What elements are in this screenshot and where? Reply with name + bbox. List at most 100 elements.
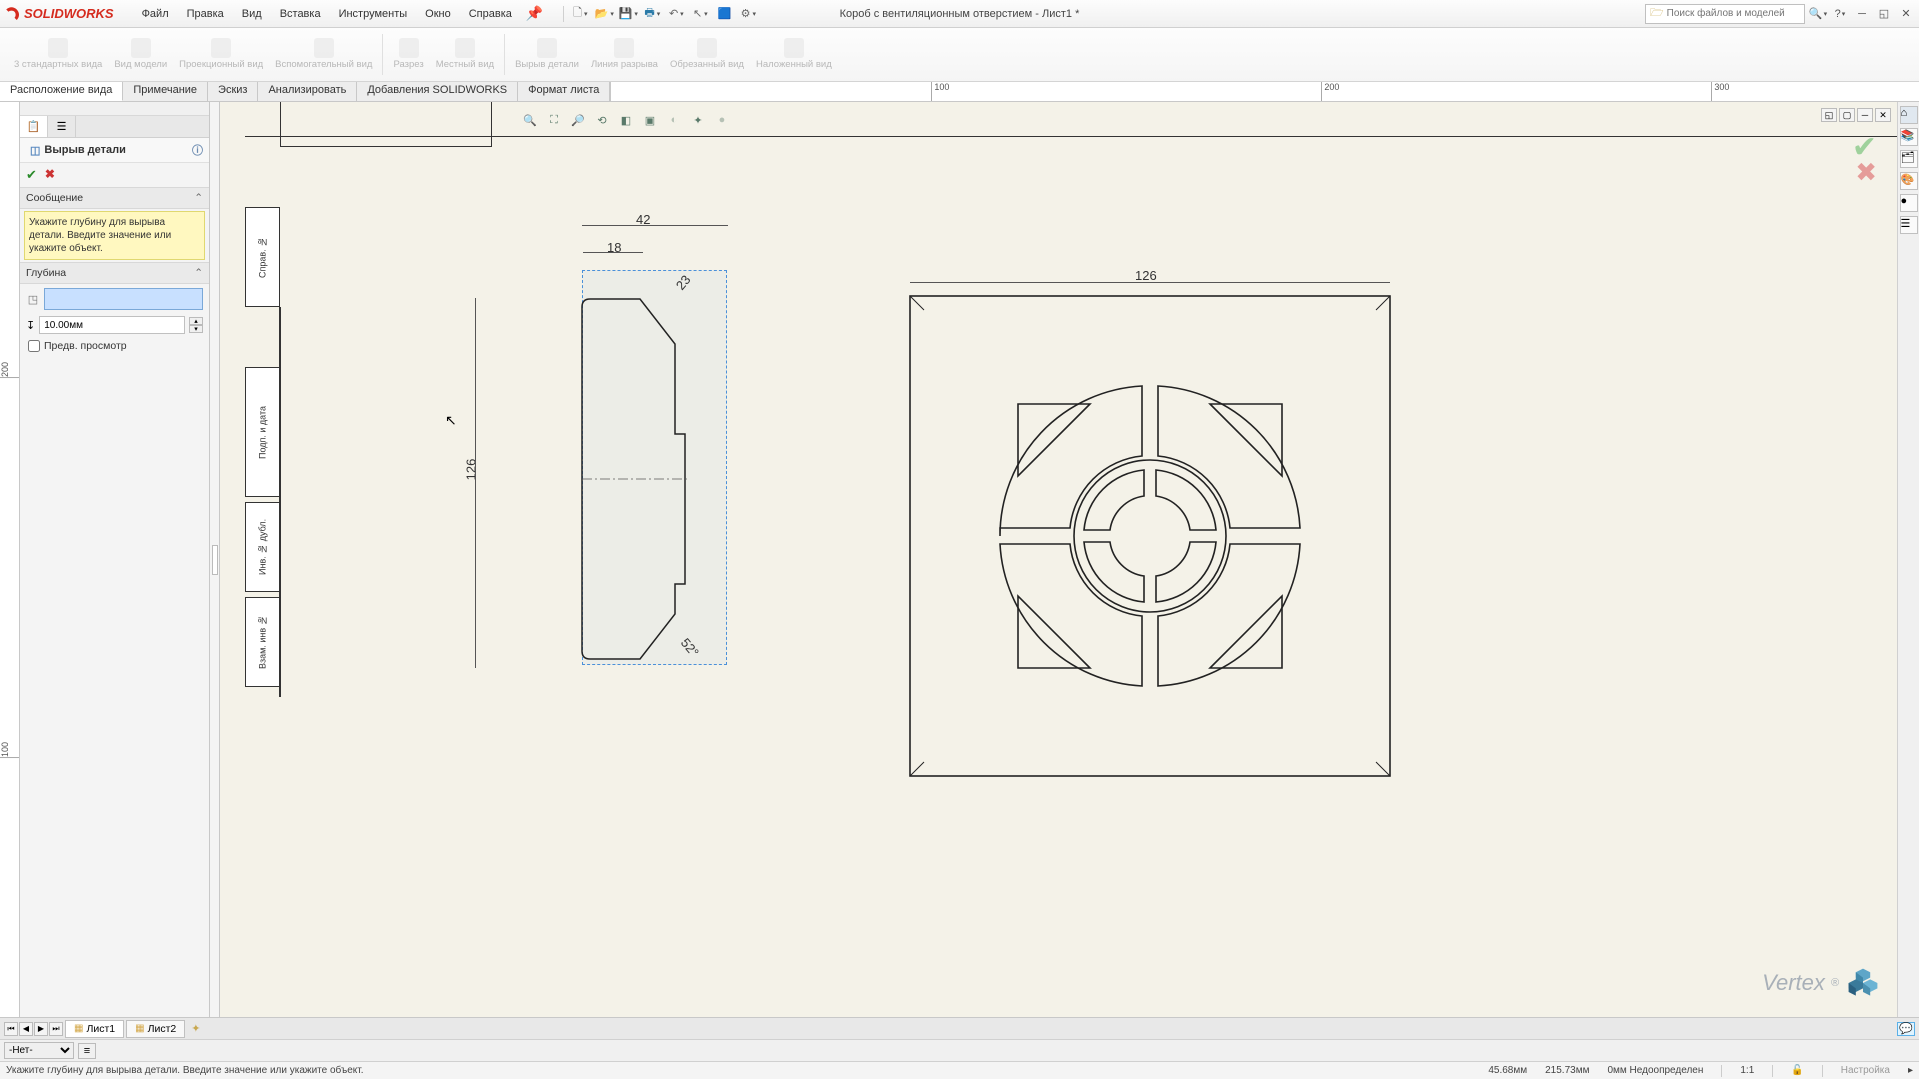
pm-preview-label: Предв. просмотр (44, 340, 127, 352)
tab-layout[interactable]: Расположение вида (0, 82, 123, 101)
pm-preview-checkbox[interactable] (28, 340, 40, 352)
pm-preview-row: Предв. просмотр (20, 336, 209, 356)
confirm-corner-cancel[interactable]: ✖ (1855, 157, 1877, 188)
layer-bar: -Нет- ≡ (0, 1039, 1919, 1061)
layer-select[interactable]: -Нет- (4, 1042, 74, 1059)
save-button[interactable]: 💾 (618, 4, 638, 24)
pm-tab-feature[interactable]: 📋 (20, 116, 48, 137)
search-submit-button[interactable]: 🔍 (1809, 5, 1827, 23)
sheet-next-button[interactable]: ▶ (34, 1022, 48, 1036)
task-pane: ⌂ 📚 🗂 🎨 ● ☰ (1897, 102, 1919, 1017)
add-sheet-button[interactable]: ✦ (191, 1022, 200, 1035)
tab-addins[interactable]: Добавления SOLIDWORKS (357, 82, 518, 101)
help-button[interactable]: ? (1831, 5, 1849, 23)
taskpane-appearance-icon[interactable]: ● (1900, 194, 1918, 212)
pm-title: Вырыв детали (44, 144, 125, 156)
print-button[interactable]: 🖶 (642, 4, 662, 24)
tab-annotate[interactable]: Примечание (123, 82, 208, 101)
taskpane-resources-icon[interactable]: ⌂ (1900, 106, 1918, 124)
rebuild-button[interactable]: 🟦 (714, 4, 734, 24)
pm-depth-value-row: ↧ ▴▾ (20, 314, 209, 336)
menu-view[interactable]: Вид (234, 4, 270, 24)
restore-button[interactable]: ◱ (1875, 5, 1893, 23)
status-x: 45.68мм (1488, 1065, 1527, 1076)
pm-tabs: 📋 ☰ (20, 116, 209, 138)
menu-help[interactable]: Справка (461, 4, 520, 24)
menu-window[interactable]: Окно (417, 4, 459, 24)
ribbon-break-line: Линия разрыва (585, 30, 664, 79)
pm-message-header[interactable]: Сообщение⌃ (20, 187, 209, 209)
app-logo: SOLIDWORKS (4, 5, 114, 23)
sheet-tab-2[interactable]: ▦Лист2 (126, 1020, 185, 1038)
status-lock-icon[interactable]: 🔓 (1791, 1065, 1803, 1076)
taskpane-palette-icon[interactable]: 🎨 (1900, 172, 1918, 190)
pm-depth-spinner[interactable]: ▴▾ (189, 317, 203, 333)
sheet-border-top (245, 102, 1897, 137)
taskpane-explorer-icon[interactable]: 🗂 (1900, 150, 1918, 168)
pm-drag-bar[interactable] (20, 102, 209, 116)
menu-insert[interactable]: Вставка (272, 4, 329, 24)
status-chevron-icon[interactable]: ▸ (1908, 1065, 1913, 1076)
ruler-horizontal: 100 200 300 (610, 82, 1919, 101)
cube-icon: ◳ (26, 292, 40, 306)
drawing-canvas[interactable]: 🔍 ⛶ 🔎 ⟲ ◧ ▣ ◐ ✦ ● ◱ ▢ ─ ✕ ✔ ✖ Сп (220, 102, 1897, 1017)
ribbon-section-view: Разрез (387, 30, 429, 79)
pm-depth-header[interactable]: Глубина⌃ (20, 262, 209, 284)
document-title: Короб с вентиляционным отверстием - Лист… (840, 8, 1080, 20)
menu-file[interactable]: Файл (134, 4, 177, 24)
pm-cancel-button[interactable]: ✖ (45, 167, 55, 183)
workspace: 200 100 📋 ☰ ◫ Вырыв детали ⓘ ✔ ✖ Сообщен… (0, 102, 1919, 1017)
title-block-fragment (280, 102, 492, 147)
pm-ok-button[interactable]: ✔ (26, 167, 37, 183)
layer-props-button[interactable]: ≡ (78, 1043, 96, 1059)
pm-header: ◫ Вырыв детали ⓘ (20, 138, 209, 163)
chevron-up-icon: ⌃ (194, 192, 203, 204)
breakout-icon: ◫ (30, 144, 40, 157)
search-box[interactable]: 🗁 (1645, 4, 1805, 24)
sheet-last-button[interactable]: ⏭ (49, 1022, 63, 1036)
title-bar: SOLIDWORKS Файл Правка Вид Вставка Инстр… (0, 0, 1919, 28)
watermark: Vertex® (1762, 965, 1881, 1001)
pm-help-icon[interactable]: ⓘ (192, 142, 203, 158)
minimize-button[interactable]: ─ (1853, 5, 1871, 23)
options-button[interactable]: ⚙ (738, 4, 758, 24)
pm-depth-input[interactable] (39, 316, 185, 334)
menu-edit[interactable]: Правка (179, 4, 232, 24)
search-input[interactable] (1667, 8, 1800, 19)
sheet-tab-1[interactable]: ▦Лист1 (65, 1020, 124, 1038)
panel-splitter[interactable] (210, 102, 220, 1017)
pin-icon[interactable]: 📌 (526, 5, 543, 22)
pm-depth-selection: ◳ (20, 284, 209, 314)
command-manager-tabs: Расположение вида Примечание Эскиз Анали… (0, 82, 1919, 102)
property-manager: 📋 ☰ ◫ Вырыв детали ⓘ ✔ ✖ Сообщение⌃ Укаж… (20, 102, 210, 1017)
taskpane-custom-icon[interactable]: ☰ (1900, 216, 1918, 234)
ribbon-detail-view: Местный вид (430, 30, 500, 79)
pm-tab-config[interactable]: ☰ (48, 116, 76, 137)
tab-evaluate[interactable]: Анализировать (258, 82, 357, 101)
menu-tools[interactable]: Инструменты (331, 4, 416, 24)
ribbon-standard-views: 3 стандартных вида (8, 30, 108, 79)
status-y: 215.73мм (1545, 1065, 1589, 1076)
side-view (510, 284, 700, 674)
undo-button[interactable]: ↶ (666, 4, 686, 24)
dim-126-v: 126 (463, 459, 478, 481)
pm-depth-selection-box[interactable] (44, 288, 203, 310)
new-button[interactable]: 🗋 (570, 4, 590, 24)
tab-sheet-format[interactable]: Формат листа (518, 82, 610, 101)
chat-icon[interactable]: 💬 (1897, 1022, 1915, 1036)
app-name: SOLIDWORKS (24, 6, 114, 21)
ribbon-projected-view: Проекционный вид (173, 30, 269, 79)
sheet-first-button[interactable]: ⏮ (4, 1022, 18, 1036)
vertex-logo-icon (1845, 965, 1881, 1001)
sheet-prev-button[interactable]: ◀ (19, 1022, 33, 1036)
solidworks-icon (4, 5, 22, 23)
close-button[interactable]: ✕ (1897, 5, 1915, 23)
open-button[interactable]: 📂 (594, 4, 614, 24)
select-button[interactable]: ↖ (690, 4, 710, 24)
taskpane-library-icon[interactable]: 📚 (1900, 128, 1918, 146)
ribbon-crop-view: Обрезанный вид (664, 30, 750, 79)
tab-sketch[interactable]: Эскиз (208, 82, 258, 101)
ribbon-alternate-view: Наложенный вид (750, 30, 838, 79)
status-scale[interactable]: 1:1 (1740, 1065, 1754, 1076)
status-custom[interactable]: Настройка (1841, 1065, 1890, 1076)
